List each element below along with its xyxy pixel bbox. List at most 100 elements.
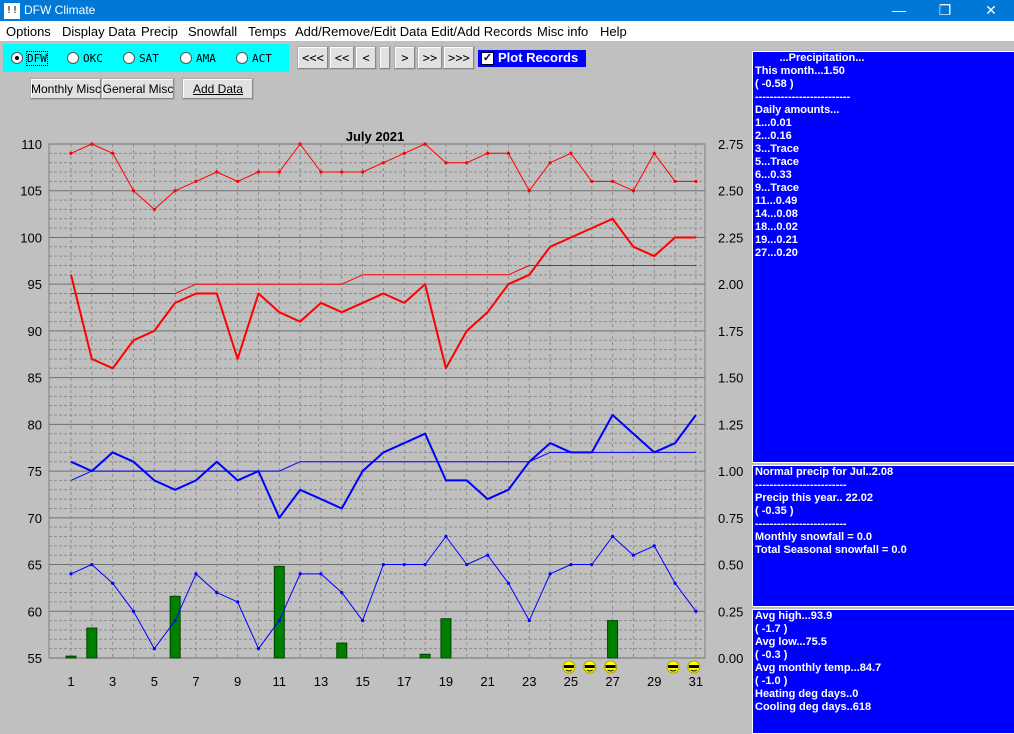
sunglasses-icon <box>605 665 616 668</box>
y2-tick-label: 1.25 <box>718 417 743 432</box>
radio-icon <box>67 52 79 64</box>
add-data-button[interactable]: Add Data <box>182 78 254 100</box>
record-high-point <box>152 207 156 212</box>
nav-first-button[interactable]: <<< <box>297 46 329 70</box>
record-low-point <box>590 562 594 567</box>
normal-panel-line: Normal precip for Jul..2.08 <box>755 466 894 478</box>
climate-chart: July 20215560657075808590951001051100.00… <box>20 129 743 689</box>
record-low-point <box>69 572 73 576</box>
nav-forward-fast-button[interactable]: >> <box>417 46 443 70</box>
temps-panel-line: Avg low...75.5 <box>755 636 827 648</box>
record-high-point <box>673 179 677 183</box>
y-tick-label: 55 <box>28 651 42 666</box>
record-low-point <box>152 647 156 651</box>
record-high-point <box>486 151 490 155</box>
precip-panel-line: 3...Trace <box>755 143 800 155</box>
y-tick-label: 105 <box>20 184 42 199</box>
normal-panel-line: ------------------------- <box>755 518 847 530</box>
y-tick-label: 60 <box>28 604 42 619</box>
sunglasses-icon <box>563 665 574 668</box>
maximize-button[interactable]: ❐ <box>922 0 968 21</box>
record-high-point <box>194 179 198 183</box>
nav-back-fast-button[interactable]: << <box>329 46 355 70</box>
station-radio-sat[interactable]: SAT <box>123 52 159 65</box>
x-tick-label: 1 <box>67 674 74 689</box>
normal-panel-line: Precip this year.. 22.02 <box>755 492 874 504</box>
radio-icon <box>236 52 248 64</box>
y2-tick-label: 1.50 <box>718 371 743 386</box>
record-low-point <box>631 553 636 557</box>
record-high-point <box>444 161 448 165</box>
station-selector: DFW OKC SAT AMA ACT <box>3 44 289 72</box>
close-button[interactable]: ✕ <box>968 0 1014 21</box>
menu-add-remove-edit-data[interactable]: Add/Remove/Edit Data <box>295 24 427 39</box>
nav-next-button[interactable]: > <box>394 46 416 70</box>
station-radio-dfw[interactable]: DFW <box>11 51 48 66</box>
station-radio-okc[interactable]: OKC <box>67 52 103 65</box>
x-tick-label: 9 <box>234 674 241 689</box>
station-radio-ama[interactable]: AMA <box>180 52 216 65</box>
x-tick-label: 27 <box>605 674 619 689</box>
x-tick-label: 3 <box>109 674 116 689</box>
record-low-point <box>673 581 677 585</box>
record-high-point <box>631 189 636 193</box>
app-icon: !! <box>4 3 20 19</box>
record-high-point <box>569 151 573 155</box>
plot-records-label: Plot Records <box>498 50 579 65</box>
nav-blank-button[interactable] <box>379 46 391 70</box>
menu-edit-add-records[interactable]: Edit/Add Records <box>431 24 532 39</box>
record-high-point <box>506 151 511 155</box>
y2-tick-label: 2.50 <box>718 184 743 199</box>
menu-temps[interactable]: Temps <box>248 24 286 39</box>
y2-tick-label: 0.50 <box>718 558 743 573</box>
y-tick-label: 70 <box>28 511 42 526</box>
temps-panel-line: Heating deg days..0 <box>755 688 859 700</box>
nav-prev-button[interactable]: < <box>355 46 377 70</box>
precip-panel-line: This month...1.50 <box>755 65 845 77</box>
menu-help[interactable]: Help <box>600 24 627 39</box>
station-radio-act[interactable]: ACT <box>236 52 272 65</box>
record-low-point <box>548 572 552 576</box>
window-title: DFW Climate <box>24 3 96 17</box>
menu-misc-info[interactable]: Misc info <box>537 24 588 39</box>
record-high-point <box>402 151 406 155</box>
precip-panel-line: 14...0.08 <box>755 208 798 220</box>
menu-display-data[interactable]: Display Data <box>62 24 136 39</box>
record-low-point <box>381 562 386 567</box>
y-tick-label: 65 <box>28 558 42 573</box>
record-high-point <box>256 170 261 174</box>
nav-last-button[interactable]: >>> <box>443 46 475 70</box>
precip-bar <box>419 653 431 659</box>
record-low-point <box>319 572 323 576</box>
minimize-button[interactable]: — <box>876 0 922 21</box>
record-low-point <box>215 590 219 595</box>
y-tick-label: 110 <box>21 137 42 152</box>
monthly-misc-button[interactable]: Monthly Misc <box>30 78 102 100</box>
record-low-point <box>569 562 573 567</box>
record-low-point <box>402 562 406 567</box>
radio-icon <box>123 52 135 64</box>
menu-precip[interactable]: Precip <box>141 24 178 39</box>
record-low-point <box>194 572 198 576</box>
y2-tick-label: 0.00 <box>718 651 743 666</box>
record-high-point <box>527 189 531 193</box>
record-high-point <box>652 151 656 155</box>
x-tick-label: 19 <box>439 674 453 689</box>
menu-snowfall[interactable]: Snowfall <box>188 24 237 39</box>
precip-panel-line: 1...0.01 <box>755 117 792 129</box>
temps-panel-line: Cooling deg days..618 <box>755 701 872 713</box>
sunglasses-icon <box>668 665 679 668</box>
x-tick-label: 29 <box>647 674 661 689</box>
general-misc-button[interactable]: General Misc <box>101 78 175 100</box>
precip-panel-line: 19...0.21 <box>755 234 798 246</box>
x-tick-label: 5 <box>151 674 158 689</box>
precip-bar <box>440 618 452 659</box>
temps-panel-line: ( -1.7 ) <box>755 623 788 635</box>
record-high-point <box>277 170 281 174</box>
menu-options[interactable]: Options <box>6 24 51 39</box>
x-tick-label: 11 <box>273 674 287 689</box>
record-high-point <box>548 161 552 165</box>
record-low-point <box>423 562 427 567</box>
x-tick-label: 23 <box>522 674 536 689</box>
plot-records-checkbox[interactable]: ✓ Plot Records <box>478 50 586 67</box>
